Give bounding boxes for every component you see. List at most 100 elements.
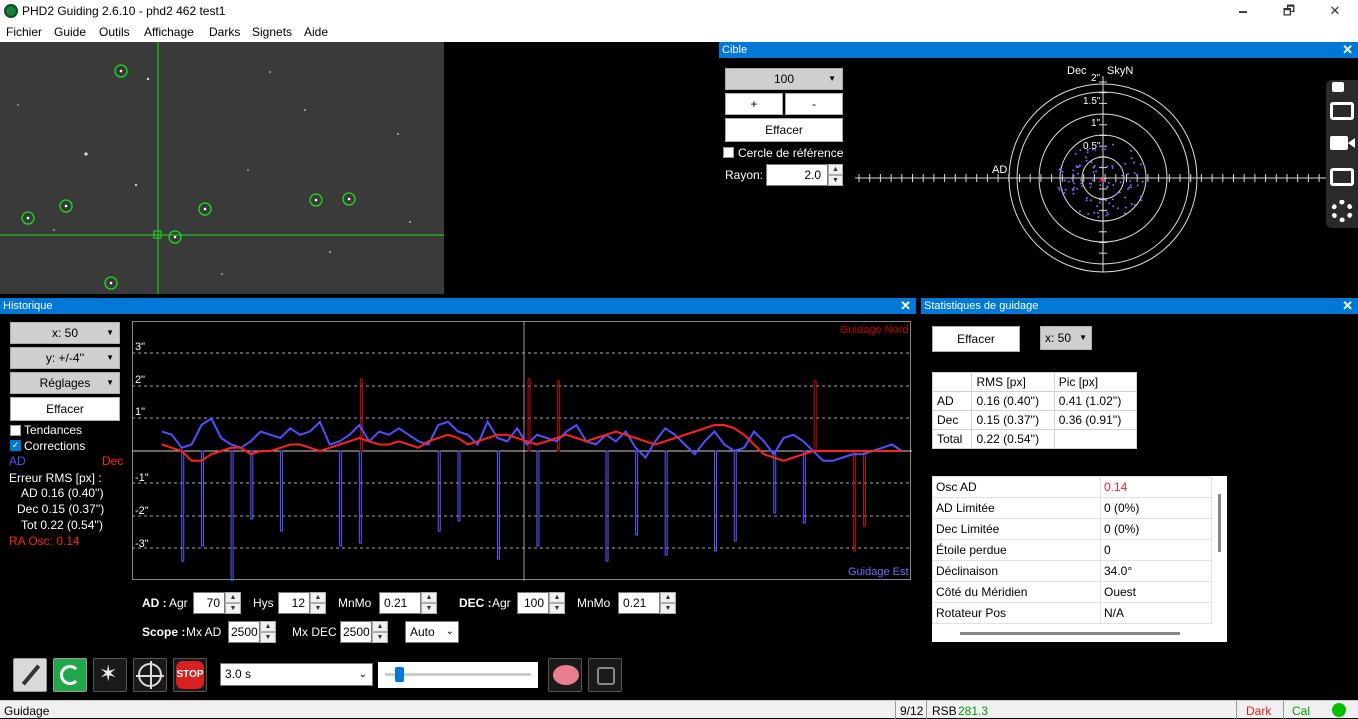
target-close-icon[interactable]: ✕ [1342, 42, 1353, 58]
mxdec-input[interactable]: 2500 [340, 621, 372, 643]
auto-select-star-button[interactable]: ✶ [93, 658, 127, 692]
dec-mnmo-input[interactable]: 0.21 [618, 592, 660, 614]
snr-label: RSB [932, 704, 957, 718]
mxad-down[interactable]: ▼ [260, 632, 276, 643]
y-label-neg2: -2" [135, 505, 149, 517]
ra-mnmo-down[interactable]: ▼ [421, 603, 437, 614]
target-point [1130, 186, 1132, 189]
target-point [1133, 203, 1136, 206]
gear-icon[interactable] [1331, 200, 1353, 222]
mxdec-down[interactable]: ▼ [372, 632, 388, 643]
exposure-value: 3.0 s [225, 667, 252, 681]
menu-fichier[interactable]: Fichier [6, 25, 42, 39]
mxad-up[interactable]: ▲ [260, 621, 276, 632]
rms-dec: Dec 0.15 (0.37'') [17, 502, 105, 516]
stats-x-scale-dropdown[interactable]: x: 50 ▼ [1040, 326, 1092, 350]
close-button[interactable]: ✕ [1312, 0, 1358, 22]
horizontal-scrollbar[interactable] [960, 632, 1180, 635]
history-x-scale-dropdown[interactable]: x: 50 ▼ [10, 322, 120, 344]
ra-mnmo-input[interactable]: 0.21 [379, 592, 421, 614]
history-clear-button[interactable]: Effacer [10, 397, 120, 421]
target-point [1102, 145, 1105, 148]
target-point [1092, 166, 1095, 169]
target-point [1098, 201, 1101, 204]
ring-label-1-5: 1.5" [1083, 96, 1101, 107]
maximize-button[interactable]: 🗗 [1266, 0, 1312, 22]
zoom-out-button[interactable]: - [785, 93, 843, 115]
slider-thumb[interactable] [395, 667, 404, 682]
target-ra-label: AD [992, 164, 1007, 176]
trends-checkbox[interactable] [10, 425, 21, 436]
video-icon[interactable] [1330, 136, 1348, 150]
target-point [1072, 189, 1075, 192]
guide-button[interactable] [133, 658, 167, 692]
dec-mnmo-down[interactable]: ▼ [660, 603, 676, 614]
menu-signets[interactable]: Signets [252, 25, 292, 39]
history-panel: Historique ✕ x: 50 ▼ y: +/-4'' ▼ Réglage… [0, 298, 916, 652]
history-y-scale-dropdown[interactable]: y: +/-4'' ▼ [10, 347, 120, 369]
camera-view[interactable] [0, 42, 444, 294]
mxdec-up[interactable]: ▲ [372, 621, 388, 632]
history-settings-dropdown[interactable]: Réglages ▼ [10, 372, 120, 394]
brain-settings-button[interactable] [548, 658, 582, 692]
zoom-dropdown[interactable]: 100 ▼ [725, 68, 843, 90]
dec-agr-input[interactable]: 100 [517, 592, 549, 614]
equipment-button[interactable] [588, 658, 622, 692]
radius-down-button[interactable]: ▼ [828, 175, 843, 186]
status-divider [895, 701, 896, 719]
dec-mode-dropdown[interactable]: Auto ⌄ [405, 621, 459, 643]
stats-clear-button[interactable]: Effacer [932, 326, 1020, 352]
menu-bar: Fichier Guide Outils Affichage Darks Sig… [0, 22, 1358, 42]
menu-outils[interactable]: Outils [99, 25, 130, 39]
ra-agr-down[interactable]: ▼ [225, 603, 241, 614]
target-point [1063, 192, 1066, 194]
menu-guide[interactable]: Guide [54, 25, 86, 39]
target-point [1093, 211, 1096, 214]
dec-agr-up[interactable]: ▲ [549, 592, 565, 603]
menu-darks[interactable]: Darks [209, 25, 240, 39]
list-key: Déclinaison [932, 560, 1101, 582]
scope-label: Scope : [142, 625, 186, 639]
minimize-button[interactable]: 🗕 [1220, 0, 1266, 22]
loop-button[interactable] [53, 658, 87, 692]
ra-mnmo-up[interactable]: ▲ [421, 592, 437, 603]
corrections-checkbox[interactable]: ✓ [10, 440, 21, 451]
zoom-in-button[interactable]: + [725, 93, 783, 115]
menu-affichage[interactable]: Affichage [144, 25, 194, 39]
stats-list: Osc AD 0.14 AD Limitée 0 (0%) Dec Limitée 0… [932, 476, 1212, 624]
ra-agr-up[interactable]: ▲ [225, 592, 241, 603]
list-key: Dec Limitée [932, 518, 1101, 540]
gallery-icon[interactable] [1330, 168, 1354, 186]
title-bar: PHD2 Guiding 2.6.10 - phd2 462 test1 🗕 🗗… [0, 0, 1358, 22]
menu-aide[interactable]: Aide [304, 25, 328, 39]
reference-circle-checkbox[interactable] [723, 147, 734, 158]
radius-up-button[interactable]: ▲ [828, 164, 843, 175]
target-clear-button[interactable]: Effacer [725, 118, 843, 142]
history-close-icon[interactable]: ✕ [900, 298, 911, 314]
gamma-slider[interactable] [378, 662, 538, 688]
hys-input[interactable]: 12 [278, 592, 310, 614]
y-label-neg3: -3" [135, 538, 149, 550]
list-value: 0 (0%) [1100, 497, 1212, 519]
mxad-input[interactable]: 2500 [228, 621, 260, 643]
stats-list-box[interactable]: Osc AD 0.14 AD Limitée 0 (0%) Dec Limitée 0… [932, 476, 1227, 642]
camera-connect-button[interactable] [13, 658, 47, 692]
dec-mnmo-label: MnMo [577, 596, 611, 610]
ra-mnmo-label: MnMo [338, 596, 372, 610]
list-value: 0 [1100, 539, 1212, 561]
dec-mnmo-up[interactable]: ▲ [660, 592, 676, 603]
target-point [1118, 191, 1121, 194]
ra-agr-input[interactable]: 70 [193, 592, 225, 614]
radius-input[interactable]: 2.0 [766, 164, 828, 186]
pin-icon[interactable] [1332, 82, 1344, 92]
target-point [1081, 185, 1084, 188]
stats-close-icon[interactable]: ✕ [1342, 298, 1353, 314]
hys-up[interactable]: ▲ [310, 592, 326, 603]
camera-icon[interactable] [1330, 102, 1354, 120]
vertical-scrollbar[interactable] [1218, 494, 1221, 552]
dec-agr-down[interactable]: ▼ [549, 603, 565, 614]
target-point [1111, 164, 1114, 167]
exposure-dropdown[interactable]: 3.0 s ⌄ [220, 663, 373, 686]
stop-button[interactable]: STOP [173, 658, 207, 692]
hys-down[interactable]: ▼ [310, 603, 326, 614]
